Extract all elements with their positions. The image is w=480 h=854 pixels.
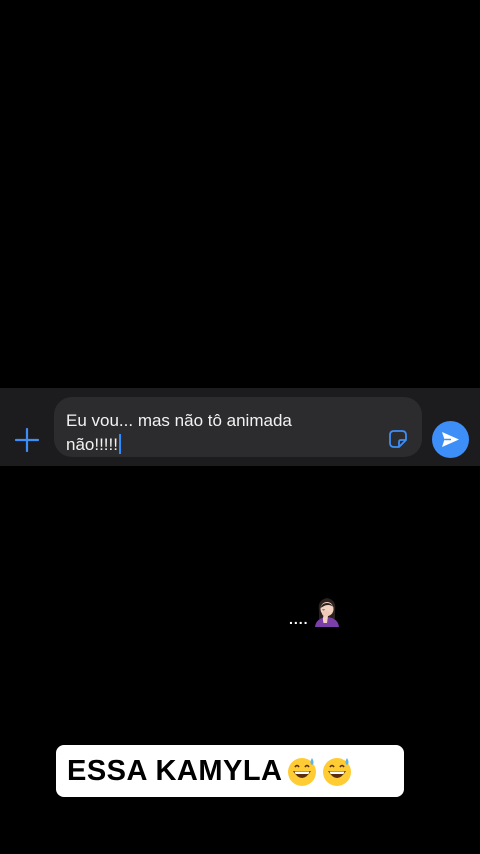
sticker-button[interactable] — [387, 428, 409, 450]
message-compose-bar: Eu vou... mas não tô animada não!!!!! — [0, 388, 480, 466]
caption-text: ESSA KAMYLA — [67, 754, 283, 787]
plus-icon — [14, 427, 40, 453]
grinning-sweat-emoji — [287, 758, 316, 786]
message-input-value: Eu vou... mas não tô animada não!!!!! — [66, 411, 292, 454]
video-caption: ESSA KAMYLA — [56, 745, 404, 797]
woman-facepalming-emoji — [314, 598, 339, 627]
sticker-icon — [389, 430, 407, 448]
text-caret — [118, 434, 121, 454]
grinning-sweat-emoji — [322, 758, 351, 786]
send-button[interactable] — [432, 421, 469, 458]
overlay-ellipsis: .... — [289, 595, 343, 627]
send-icon — [442, 432, 459, 447]
message-input-text[interactable]: Eu vou... mas não tô animada não!!!!! — [66, 409, 376, 457]
ellipsis-text: .... — [289, 611, 309, 627]
attach-plus-button[interactable] — [13, 426, 41, 454]
message-input[interactable]: Eu vou... mas não tô animada não!!!!! — [54, 397, 422, 457]
